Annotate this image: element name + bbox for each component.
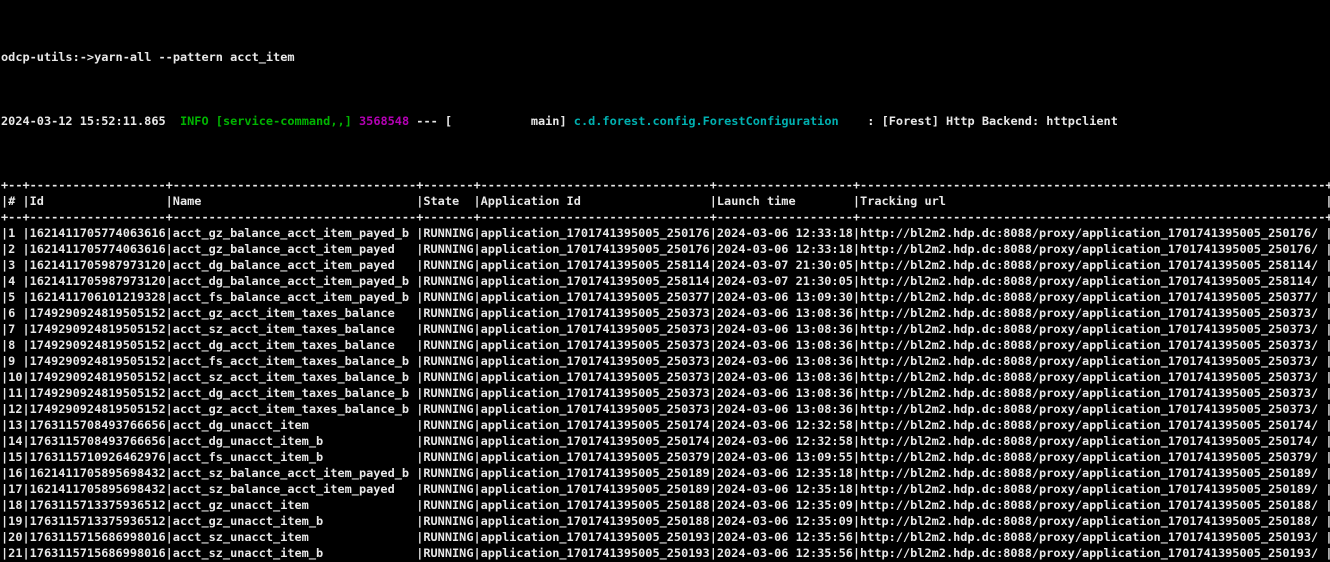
- table-row: |18|1763115713375936512|acct_gz_unacct_i…: [1, 497, 1330, 513]
- table-row: |13|1763115708493766656|acct_dg_unacct_i…: [1, 417, 1330, 433]
- table-row: |8 |1749290924819505152|acct_dg_acct_ite…: [1, 337, 1330, 353]
- shell-prompt: odcp-utils:->: [1, 50, 94, 64]
- yarn-applications-table: +--+-------------------+----------------…: [1, 177, 1330, 562]
- table-row: |19|1763115713375936512|acct_gz_unacct_i…: [1, 513, 1330, 529]
- table-row: |20|1763115715686998016|acct_sz_unacct_i…: [1, 529, 1330, 545]
- table-row: |4 |1621411705987973120|acct_dg_balance_…: [1, 273, 1330, 289]
- log-message: : [Forest] Http Backend: httpclient: [839, 114, 1118, 128]
- log-line: 2024-03-12 15:52:11.865 INFO [service-co…: [1, 113, 1330, 129]
- table-row: |10|1749290924819505152|acct_sz_acct_ite…: [1, 369, 1330, 385]
- log-level: INFO: [180, 114, 209, 128]
- table-row: |15|1763115710926462976|acct_fs_unacct_i…: [1, 449, 1330, 465]
- table-border-under-header: +--+-------------------+----------------…: [1, 209, 1330, 225]
- table-row: |17|1621411705895698432|acct_sz_balance_…: [1, 481, 1330, 497]
- table-row: |21|1763115715686998016|acct_sz_unacct_i…: [1, 545, 1330, 561]
- table-row: |2 |1621411705774063616|acct_gz_balance_…: [1, 241, 1330, 257]
- log-gap-1: [209, 114, 216, 128]
- log-gap-2: [352, 114, 359, 128]
- table-border-top: +--+-------------------+----------------…: [1, 177, 1330, 193]
- table-row: |6 |1749290924819505152|acct_gz_acct_ite…: [1, 305, 1330, 321]
- table-row: |3 |1621411705987973120|acct_dg_balance_…: [1, 257, 1330, 273]
- log-thread-segment: --- [ main]: [409, 114, 574, 128]
- table-row: |14|1763115708493766656|acct_dg_unacct_i…: [1, 433, 1330, 449]
- table-row: |1 |1621411705774063616|acct_gz_balance_…: [1, 225, 1330, 241]
- shell-command: yarn-all --pattern acct_item: [94, 50, 294, 64]
- table-row: |9 |1749290924819505152|acct_fs_acct_ite…: [1, 353, 1330, 369]
- table-row: |16|1621411705895698432|acct_sz_balance_…: [1, 465, 1330, 481]
- command-line: odcp-utils:->yarn-all --pattern acct_ite…: [1, 49, 1330, 65]
- table-row: |11|1749290924819505152|acct_dg_acct_ite…: [1, 385, 1330, 401]
- table-row: |12|1749290924819505152|acct_gz_acct_ite…: [1, 401, 1330, 417]
- log-timestamp: 2024-03-12 15:52:11.865: [1, 114, 180, 128]
- log-context: [service-command,,]: [216, 114, 352, 128]
- log-logger-name: c.d.forest.config.ForestConfiguration: [574, 114, 839, 128]
- table-row: |5 |1621411706101219328|acct_fs_balance_…: [1, 289, 1330, 305]
- terminal-window[interactable]: odcp-utils:->yarn-all --pattern acct_ite…: [0, 0, 1330, 562]
- table-header-row: |# |Id |Name |State |Application Id |Lau…: [1, 193, 1330, 209]
- log-pid: 3568548: [359, 114, 409, 128]
- table-row: |7 |1749290924819505152|acct_sz_acct_ite…: [1, 321, 1330, 337]
